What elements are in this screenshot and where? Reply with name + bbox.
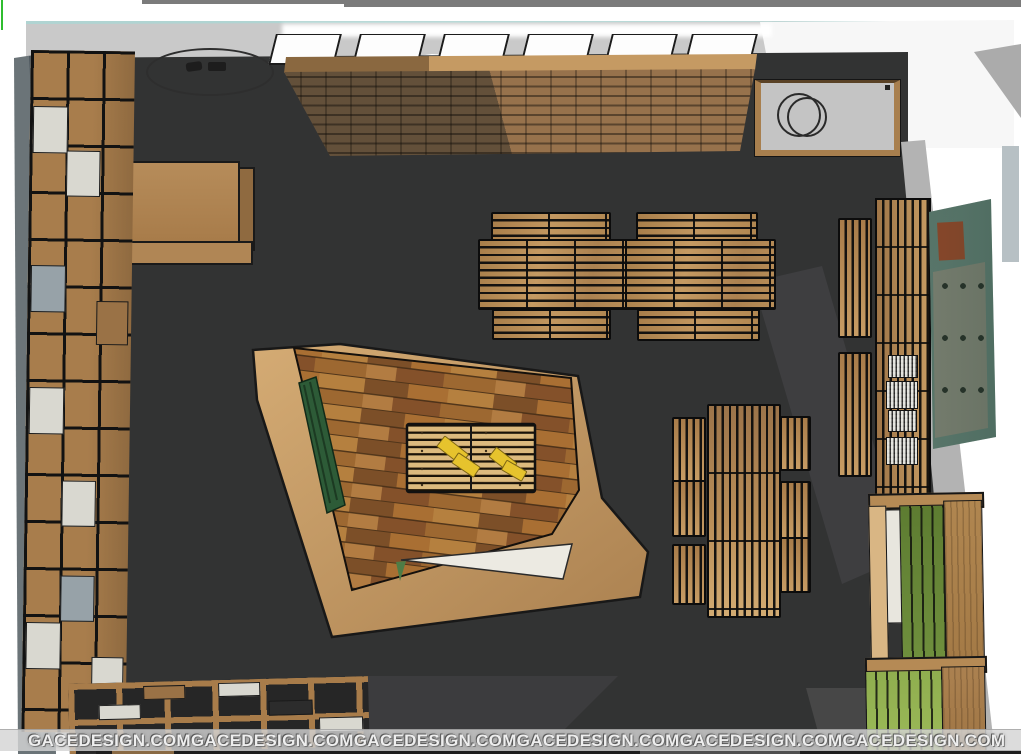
mesh-basket xyxy=(886,381,918,409)
shelf-white-cube xyxy=(33,106,69,153)
top-gray-bar-right xyxy=(344,0,1021,7)
central-wood-platform xyxy=(240,333,660,653)
desk-side-face xyxy=(238,167,255,251)
rendered-interior-scene: GACEDESIGN.COM GACEDESIGN.COM GACEDESIGN… xyxy=(0,0,1021,754)
watermark-text: GACEDESIGN.COM xyxy=(842,731,1005,751)
green-axis-line xyxy=(1,0,3,30)
watermark-text: GACEDESIGN.COM xyxy=(680,731,843,751)
shelf-white-cube xyxy=(61,480,96,526)
watermark-text: GACEDESIGN.COM xyxy=(191,731,354,751)
mesh-basket xyxy=(886,437,918,465)
table-right xyxy=(625,239,776,310)
corner-cabinet-box xyxy=(755,80,900,156)
basin-circle-inner xyxy=(787,97,827,137)
shelf-wood-cube xyxy=(96,301,129,345)
watermark-text: GACEDESIGN.COM xyxy=(354,731,517,751)
vertical-bench xyxy=(672,480,706,537)
vertical-bench xyxy=(780,416,811,471)
shelf-gray-cube xyxy=(30,265,66,312)
cabinet-dot xyxy=(885,85,890,90)
vertical-bench xyxy=(780,537,811,593)
left-cube-shelf-wall xyxy=(21,50,135,733)
vertical-bench xyxy=(672,417,706,482)
bottom-shelf-white-cell xyxy=(218,682,260,697)
bottom-shelf-wood-cell xyxy=(143,685,185,700)
long-vertical-table xyxy=(707,404,781,618)
watermark-text: GACEDESIGN.COM xyxy=(517,731,680,751)
slipper-right xyxy=(208,62,226,71)
watermark-text: GACEDESIGN.COM xyxy=(28,731,191,751)
entrance-oval-mat xyxy=(146,48,274,96)
right-glass-strip xyxy=(1002,146,1019,262)
green-cabinet xyxy=(862,492,987,754)
desk-top xyxy=(116,161,240,243)
desk-front-band xyxy=(127,241,253,265)
bottom-shelf-white-cell xyxy=(99,704,141,720)
top-gray-bar-left xyxy=(142,0,344,4)
bottom-shelf-dark-cell xyxy=(269,700,313,716)
wall-slat-panel-lower xyxy=(838,352,872,477)
shelf-white-cube xyxy=(29,387,65,434)
mesh-basket xyxy=(888,410,917,432)
vertical-bench xyxy=(780,481,811,539)
mesh-basket xyxy=(888,355,918,378)
shelf-white-cube xyxy=(66,151,101,197)
bench-top-left xyxy=(491,212,611,241)
watermark-strip: GACEDESIGN.COM GACEDESIGN.COM GACEDESIGN… xyxy=(0,729,1021,751)
bench-top-right xyxy=(636,212,758,241)
shelf-white-cube xyxy=(25,622,61,669)
cabinet-wood-face-upper xyxy=(943,500,985,663)
shelf-gray-cube xyxy=(60,575,95,621)
vertical-bench xyxy=(672,544,706,605)
table-left xyxy=(478,239,628,310)
cabinet-green-upper xyxy=(899,505,948,660)
wall-slat-panel-upper xyxy=(838,218,872,338)
